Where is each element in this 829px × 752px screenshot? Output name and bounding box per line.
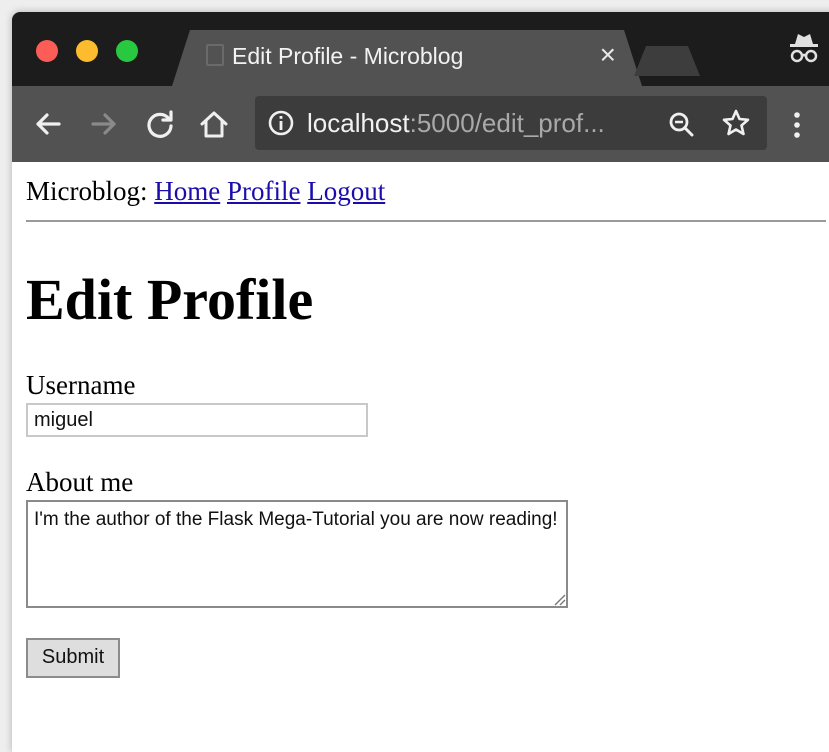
browser-toolbar: localhost:5000/edit_prof... xyxy=(12,86,829,164)
star-icon[interactable] xyxy=(721,108,751,138)
username-label: Username xyxy=(26,370,136,400)
info-icon[interactable] xyxy=(267,109,295,137)
reload-icon[interactable] xyxy=(144,108,176,140)
username-input[interactable]: miguel xyxy=(26,403,368,437)
minimize-window-button[interactable] xyxy=(76,40,98,62)
browser-window: Edit Profile - Microblog × localhost:500… xyxy=(12,12,829,752)
incognito-icon xyxy=(790,34,818,63)
back-arrow-icon[interactable] xyxy=(32,108,64,140)
close-window-button[interactable] xyxy=(36,40,58,62)
tab-title: Edit Profile - Microblog xyxy=(232,43,464,69)
tab-close-button[interactable]: × xyxy=(600,40,616,70)
about-me-label: About me xyxy=(26,467,134,497)
nav-profile-link[interactable]: Profile xyxy=(227,176,301,206)
url-text[interactable]: localhost:5000/edit_prof... xyxy=(307,108,605,139)
brand-text: Microblog: xyxy=(26,176,148,206)
about-me-textarea[interactable]: I'm the author of the Flask Mega-Tutoria… xyxy=(26,500,568,608)
nav-home-link[interactable]: Home xyxy=(154,176,220,206)
resize-grip-icon[interactable] xyxy=(552,592,566,606)
divider xyxy=(26,220,826,222)
page-content: Microblog: Home Profile Logout Edit Prof… xyxy=(12,162,829,752)
nav-logout-link[interactable]: Logout xyxy=(307,176,385,206)
zoom-icon[interactable] xyxy=(667,110,695,138)
page-title: Edit Profile xyxy=(26,267,314,332)
title-bar: Edit Profile - Microblog × xyxy=(12,12,829,86)
page-icon xyxy=(206,44,224,66)
tab-edit-profile[interactable]: Edit Profile - Microblog × xyxy=(172,30,642,86)
menu-dots-icon[interactable] xyxy=(792,110,802,140)
address-bar[interactable]: localhost:5000/edit_prof... xyxy=(255,96,767,150)
home-icon[interactable] xyxy=(198,108,230,140)
forward-arrow-icon[interactable] xyxy=(88,108,120,140)
maximize-window-button[interactable] xyxy=(116,40,138,62)
url-path: :5000/edit_prof... xyxy=(409,108,605,138)
url-host: localhost xyxy=(307,108,410,138)
new-tab-button[interactable] xyxy=(634,46,700,76)
submit-button[interactable]: Submit xyxy=(26,638,120,678)
site-nav: Microblog: Home Profile Logout xyxy=(26,176,385,207)
